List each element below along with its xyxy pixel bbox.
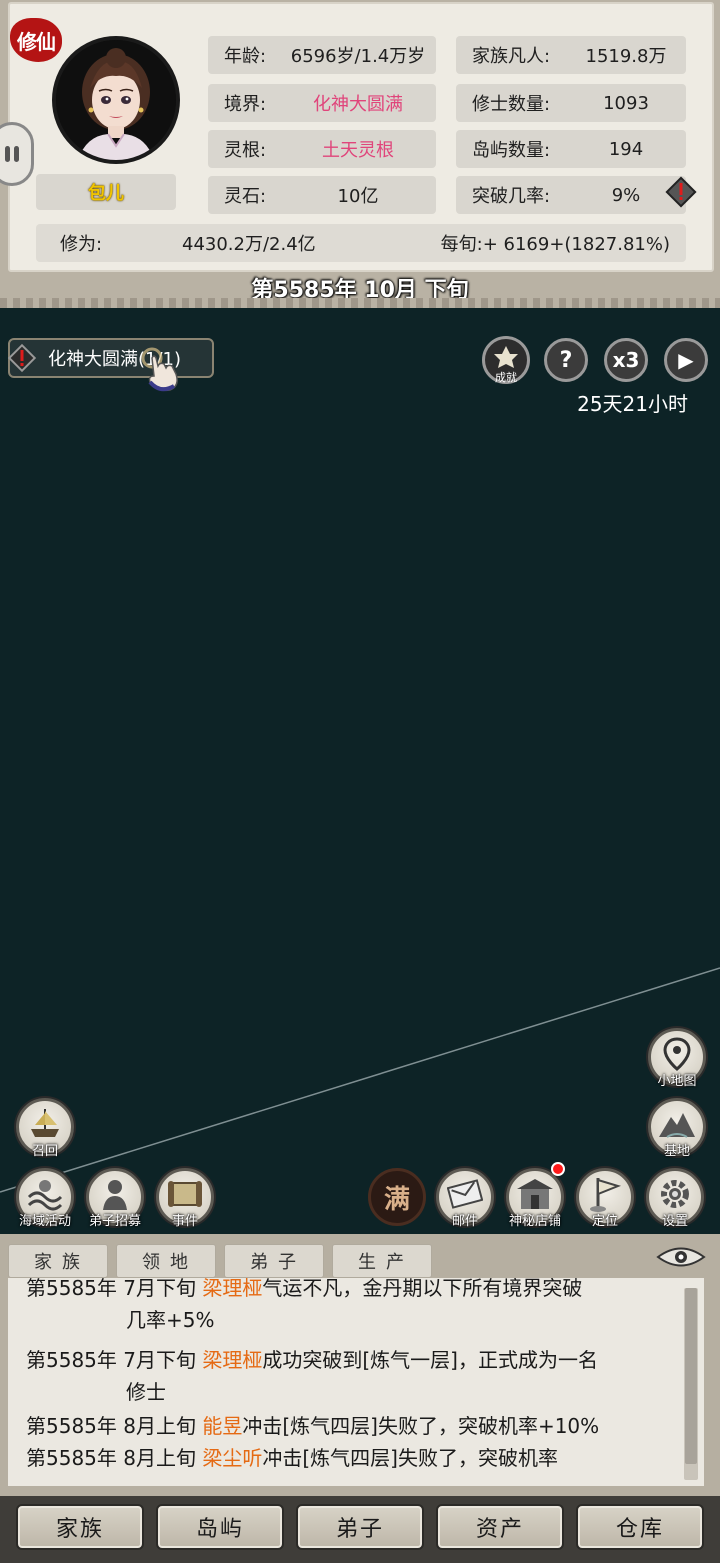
achievement-button[interactable]: 成就 (482, 336, 530, 384)
scroll-icon (168, 1180, 202, 1207)
log-entry-text: 冲击[炼气四层]失败了，突破机率 (262, 1446, 558, 1470)
base-button[interactable]: 基地 (648, 1098, 706, 1159)
disciple-icon (103, 1179, 127, 1210)
event-log-panel: 家族 领地 弟子 生产 第5585年 7月下旬 梁理桠气运不凡，金丹期以下所有境… (0, 1234, 720, 1496)
shop-icon (517, 1178, 553, 1209)
log-entry-text: 冲击[炼气四层]失败了，突破机率+10% (242, 1414, 600, 1438)
log-tab-production[interactable]: 生产 (332, 1244, 432, 1278)
log-entry-date: 第5585年 8月上旬 (26, 1414, 203, 1438)
log-entry-continuation: 修士 (126, 1380, 166, 1404)
log-entry-date: 第5585年 8月上旬 (26, 1446, 203, 1470)
achievement-label: 成就 (495, 371, 517, 384)
play-button[interactable]: ▶ (664, 338, 708, 382)
nav-assets[interactable]: 资产 (436, 1504, 564, 1550)
pointer-hand-icon (141, 347, 178, 392)
nav-warehouse[interactable]: 仓库 (576, 1504, 704, 1550)
log-entry-text: 成功突破到[炼气一层]，正式成为一名 (262, 1348, 598, 1372)
log-entry-name: 梁尘听 (202, 1446, 263, 1470)
log-tab-family[interactable]: 家族 (8, 1244, 108, 1278)
minimap-button[interactable]: 小地图 (648, 1028, 706, 1089)
log-list[interactable]: 第5585年 7月下旬 梁理桠气运不凡，金丹期以下所有境界突破 几率+5% 第5… (8, 1278, 704, 1486)
recruit-label: 弟子招募 (88, 1214, 141, 1229)
ship-icon (31, 1108, 59, 1137)
recall-label: 召回 (31, 1144, 58, 1159)
log-tab-disciples[interactable]: 弟子 (224, 1244, 324, 1278)
mail-button[interactable]: 邮件 (436, 1168, 494, 1229)
log-entry-date: 第5585年 7月下旬 (26, 1278, 203, 1300)
recruit-button[interactable]: 弟子招募 (86, 1168, 144, 1229)
log-entry: 第5585年 8月上旬 能昱冲击[炼气四层]失败了，突破机率+10% (26, 1410, 686, 1442)
log-tab-territory[interactable]: 领地 (116, 1244, 216, 1278)
play-icon: ▶ (678, 348, 694, 372)
log-entry-continuation: 几率+5% (126, 1308, 215, 1332)
log-scrollbar[interactable] (684, 1288, 698, 1480)
log-tabs: 家族 领地 弟子 生产 (8, 1244, 432, 1278)
bottom-navigation: 家族 岛屿 弟子 资产 仓库 (0, 1496, 720, 1563)
full-status-button[interactable]: 满 (368, 1168, 426, 1226)
quest-alert-icon (7, 343, 37, 373)
locate-label: 定位 (591, 1214, 618, 1229)
events-button[interactable]: 事件 (156, 1168, 214, 1229)
log-entry-name: 梁理桠 (202, 1278, 263, 1300)
log-scrollbar-thumb[interactable] (685, 1288, 697, 1464)
map-pin-icon (663, 1037, 691, 1071)
help-icon: ? (559, 347, 573, 373)
base-label: 基地 (663, 1144, 690, 1159)
mail-label: 邮件 (451, 1214, 478, 1229)
help-button[interactable]: ? (544, 338, 588, 382)
log-entry: 第5585年 7月下旬 梁理桠成功突破到[炼气一层]，正式成为一名 修士 (26, 1344, 686, 1408)
recall-button[interactable]: 召回 (16, 1098, 74, 1159)
flag-icon (590, 1177, 622, 1212)
log-entry-text: 气运不凡，金丹期以下所有境界突破 (262, 1278, 583, 1300)
log-entry-date: 第5585年 7月下旬 (26, 1348, 203, 1372)
sea-activity-label: 海域活动 (18, 1214, 71, 1229)
nav-family[interactable]: 家族 (16, 1504, 144, 1550)
events-label: 事件 (171, 1214, 198, 1229)
minimap-label: 小地图 (657, 1074, 697, 1089)
speed-label: x3 (612, 348, 640, 372)
countdown-timer: 25天21小时 (577, 392, 688, 416)
mail-icon (447, 1179, 483, 1209)
nav-disciples[interactable]: 弟子 (296, 1504, 424, 1550)
log-entry-name: 能昱 (202, 1414, 243, 1438)
log-entry: 第5585年 8月上旬 梁尘听冲击[炼气四层]失败了，突破机率 (26, 1442, 686, 1474)
nav-islands[interactable]: 岛屿 (156, 1504, 284, 1550)
mountain-icon (659, 1112, 695, 1138)
gear-icon (661, 1179, 689, 1208)
settings-button[interactable]: 设置 (646, 1168, 704, 1229)
shop-notification-dot (551, 1162, 565, 1176)
sea-route-line (0, 967, 720, 1193)
settings-label: 设置 (661, 1214, 688, 1229)
speed-button[interactable]: x3 (604, 338, 648, 382)
sea-activity-button[interactable]: 海域活动 (16, 1168, 74, 1229)
log-entry-name: 梁理桠 (202, 1348, 263, 1372)
mystery-shop-label: 神秘店铺 (508, 1214, 561, 1229)
locate-button[interactable]: 定位 (576, 1168, 634, 1229)
sea-icon (27, 1179, 63, 1211)
mystery-shop-button[interactable]: 神秘店铺 (506, 1168, 564, 1229)
toggle-view-icon[interactable] (656, 1244, 706, 1270)
log-entry: 第5585年 7月下旬 梁理桠气运不凡，金丹期以下所有境界突破 几率+5% (26, 1278, 686, 1336)
